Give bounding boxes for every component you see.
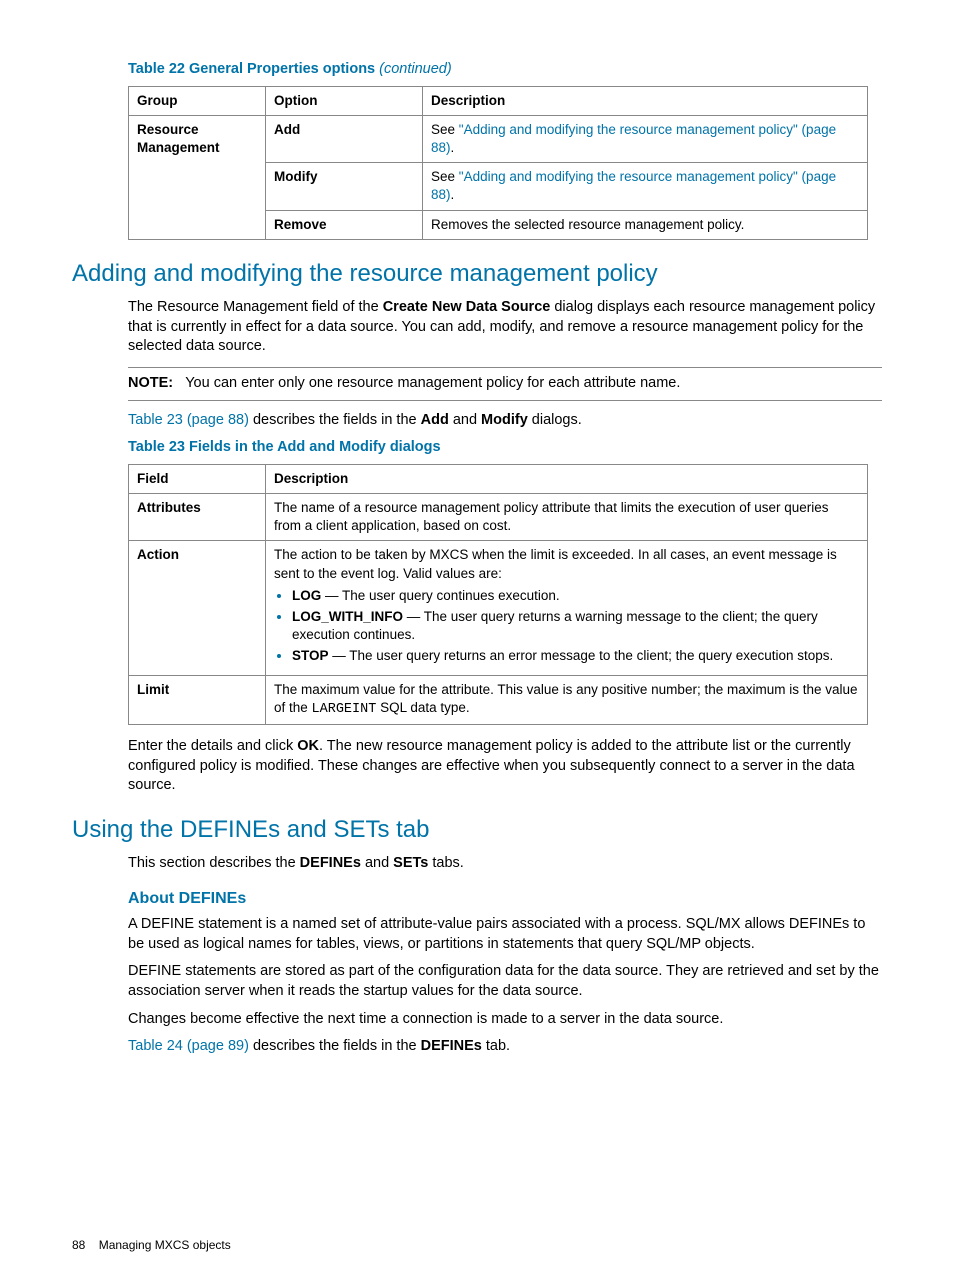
cell-desc: Removes the selected resource management… [423,210,868,239]
text: The Resource Management field of the [128,299,383,315]
bold: Create New Data Source [383,299,551,315]
page-number: 88 [72,1238,85,1252]
text: — The user query returns an error messag… [329,648,834,663]
table-row: Limit The maximum value for the attribut… [129,675,868,724]
table22-caption: Table 22 General Properties options (con… [128,60,882,80]
col-group: Group [129,86,266,115]
table22: Group Option Description Resource Manage… [128,86,868,240]
cell-group: Resource Management [129,115,266,239]
para-intro: The Resource Management field of the Cre… [128,298,882,357]
subheading-about-defines: About DEFINEs [128,888,882,910]
table23: Field Description Attributes The name of… [128,464,868,725]
xref-link[interactable]: Table 24 (page 89) [128,1038,249,1054]
table22-continued: (continued) [379,61,452,77]
bold: SETs [393,855,428,871]
table-header-row: Group Option Description [129,86,868,115]
heading-resource-policy: Adding and modifying the resource manage… [72,258,882,290]
footer-title: Managing MXCS objects [99,1238,231,1252]
cell-desc: The name of a resource management policy… [266,493,868,540]
text: This section describes the [128,855,300,871]
cell-desc: The maximum value for the attribute. Thi… [266,675,868,724]
text: tab. [482,1038,510,1054]
text: SQL data type. [376,700,469,715]
see-tail: . [451,187,455,202]
cell-desc: See "Adding and modifying the resource m… [423,115,868,162]
bold: DEFINEs [300,855,361,871]
table-row: Action The action to be taken by MXCS wh… [129,541,868,675]
table-row: Resource Management Add See "Adding and … [129,115,868,162]
bold: LOG_WITH_INFO [292,609,403,624]
text: describes the fields in the [249,1038,421,1054]
xref-link[interactable]: "Adding and modifying the resource manag… [431,122,836,155]
see-tail: . [451,140,455,155]
action-intro: The action to be taken by MXCS when the … [274,546,859,582]
cell-option: Remove [266,210,423,239]
code: LARGEINT [312,702,377,717]
text: and [449,412,481,428]
bold: Add [421,412,449,428]
see-prefix: See [431,122,459,137]
col-description: Description [266,464,868,493]
bold: OK [297,738,319,754]
list-item: LOG_WITH_INFO — The user query returns a… [292,608,859,644]
col-option: Option [266,86,423,115]
see-prefix: See [431,169,459,184]
text: — The user query continues execution. [321,588,559,603]
note-text: You can enter only one resource manageme… [185,375,680,391]
action-list: LOG — The user query continues execution… [274,587,859,666]
cell-field: Attributes [129,493,266,540]
cell-desc: The action to be taken by MXCS when the … [266,541,868,675]
bold: Modify [481,412,528,428]
bold: STOP [292,648,329,663]
para-defines-intro: This section describes the DEFINEs and S… [128,854,882,874]
table23-caption: Table 23 Fields in the Add and Modify di… [128,438,882,458]
para-about-defines-3: Changes become effective the next time a… [128,1010,882,1030]
note-block: NOTE: You can enter only one resource ma… [128,367,882,401]
cell-desc: See "Adding and modifying the resource m… [423,163,868,210]
para-table23-ref: Table 23 (page 88) describes the fields … [128,411,882,431]
text: describes the fields in the [249,412,421,428]
xref-link[interactable]: "Adding and modifying the resource manag… [431,169,836,202]
col-field: Field [129,464,266,493]
para-after-table23: Enter the details and click OK. The new … [128,737,882,796]
text: dialogs. [528,412,582,428]
text: Enter the details and click [128,738,297,754]
bold: DEFINEs [421,1038,482,1054]
list-item: STOP — The user query returns an error m… [292,647,859,665]
text: and [361,855,393,871]
para-about-defines-1: A DEFINE statement is a named set of att… [128,915,882,954]
table-row: Attributes The name of a resource manage… [129,493,868,540]
table22-caption-text: Table 22 General Properties options [128,61,375,77]
table-header-row: Field Description [129,464,868,493]
note-label: NOTE: [128,375,173,391]
heading-defines-sets: Using the DEFINEs and SETs tab [72,814,882,846]
page-footer: 88 Managing MXCS objects [72,1237,882,1253]
text: tabs. [428,855,463,871]
cell-option: Modify [266,163,423,210]
bold: LOG [292,588,321,603]
cell-option: Add [266,115,423,162]
col-description: Description [423,86,868,115]
list-item: LOG — The user query continues execution… [292,587,859,605]
cell-field: Action [129,541,266,675]
para-about-defines-2: DEFINE statements are stored as part of … [128,962,882,1001]
para-table24-ref: Table 24 (page 89) describes the fields … [128,1037,882,1057]
xref-link[interactable]: Table 23 (page 88) [128,412,249,428]
cell-field: Limit [129,675,266,724]
